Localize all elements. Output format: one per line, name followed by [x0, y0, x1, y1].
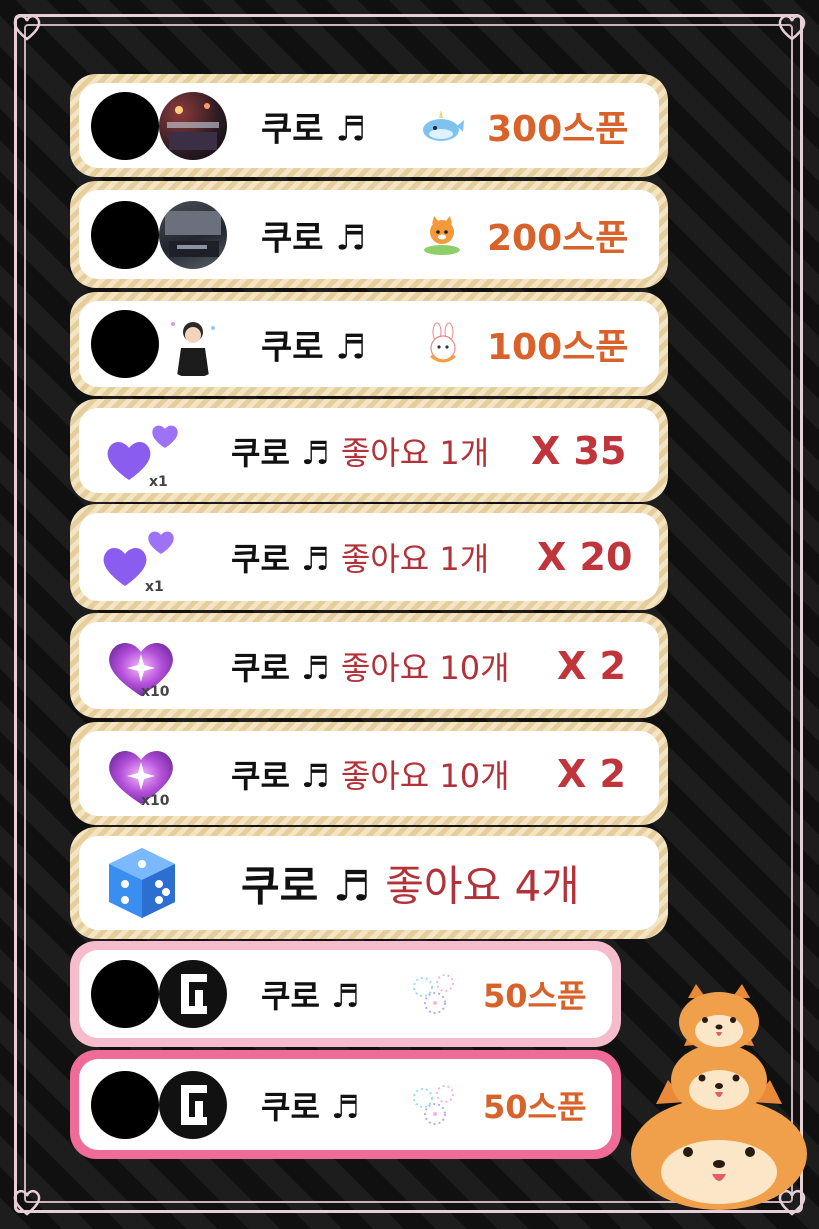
gift-count: x1 — [149, 474, 168, 490]
avatar-hidden — [91, 1070, 159, 1139]
purple-hearts-icon — [99, 522, 183, 592]
like-row: x10 쿠로 ♬ 좋아요 10개 X 2 — [70, 722, 668, 825]
like-multiplier: X 2 — [557, 751, 626, 796]
fireworks-sticker-icon — [407, 1080, 463, 1130]
donor-name: 쿠로 ♬ 좋아요 4개 — [241, 861, 580, 911]
avatar — [159, 1070, 227, 1139]
avatar — [159, 310, 227, 378]
avatar — [159, 200, 227, 269]
like-row: x10 쿠로 ♬ 좋아요 10개 X 2 — [70, 613, 668, 718]
donation-row: 쿠로 ♬ 100스푼 — [70, 292, 668, 396]
donor-name: 쿠로 ♬ — [261, 977, 360, 1015]
whale-sticker-icon — [417, 102, 465, 150]
donor-name: 쿠로 ♬ — [261, 218, 366, 258]
like-multiplier: X 20 — [537, 535, 633, 579]
donor-name: 쿠로 ♬ 좋아요 1개 — [231, 433, 490, 472]
avatar — [159, 960, 227, 1028]
purple-hearts-icon — [103, 416, 187, 486]
like-multiplier: X 2 — [557, 643, 626, 688]
avatar-hidden — [91, 960, 159, 1028]
heart-corner-icon — [10, 1185, 44, 1219]
donation-row: 쿠로 ♬ 300스푼 — [70, 74, 668, 177]
spoon-amount: 50스푼 — [483, 1087, 587, 1126]
fireworks-sticker-icon — [407, 969, 463, 1019]
donor-name: 쿠로 ♬ — [261, 109, 366, 149]
donor-name: 쿠로 ♬ 좋아요 1개 — [231, 540, 490, 578]
spoon-amount: 200스푼 — [487, 217, 629, 259]
donation-row: 쿠로 ♬ 200스푼 — [70, 181, 668, 288]
likes-label: 좋아요 4개 — [385, 861, 580, 911]
avatar — [159, 91, 227, 160]
dice-icon — [101, 842, 183, 924]
like-row: x1 쿠로 ♬ 좋아요 1개 X 20 — [70, 504, 668, 610]
donor-name: 쿠로 ♬ 좋아요 10개 — [231, 756, 510, 795]
avatar-hidden — [91, 310, 159, 378]
avatar-hidden — [91, 91, 159, 160]
gift-count: x10 — [141, 793, 170, 809]
gift-count: x10 — [141, 684, 170, 700]
donation-row: 쿠로 ♬ 50스푼 — [70, 941, 621, 1047]
donor-name: 쿠로 ♬ — [261, 1087, 360, 1126]
bunny-sticker-icon — [421, 322, 465, 366]
spoon-amount: 50스푼 — [483, 977, 587, 1015]
shiba-dog-stack-icon — [626, 984, 812, 1212]
heart-corner-icon — [775, 10, 809, 44]
likes-label: 좋아요 10개 — [340, 648, 510, 687]
donor-name: 쿠로 ♬ 좋아요 10개 — [231, 648, 510, 687]
donation-row: 쿠로 ♬ 50스푼 — [70, 1050, 621, 1159]
spoon-amount: 300스푼 — [487, 108, 629, 150]
donor-name: 쿠로 ♬ — [261, 327, 366, 368]
likes-label: 좋아요 10개 — [340, 756, 510, 795]
avatar-hidden — [91, 200, 159, 269]
like-row: x1 쿠로 ♬ 좋아요 1개 X 35 — [70, 399, 668, 502]
heart-corner-icon — [10, 10, 44, 44]
tiger-sticker-icon — [419, 212, 465, 258]
likes-label: 좋아요 1개 — [340, 540, 490, 578]
like-row: 쿠로 ♬ 좋아요 4개 — [70, 827, 668, 939]
like-multiplier: X 35 — [531, 428, 627, 473]
likes-label: 좋아요 1개 — [340, 433, 490, 472]
spoon-amount: 100스푼 — [487, 327, 629, 368]
gift-count: x1 — [145, 579, 164, 595]
